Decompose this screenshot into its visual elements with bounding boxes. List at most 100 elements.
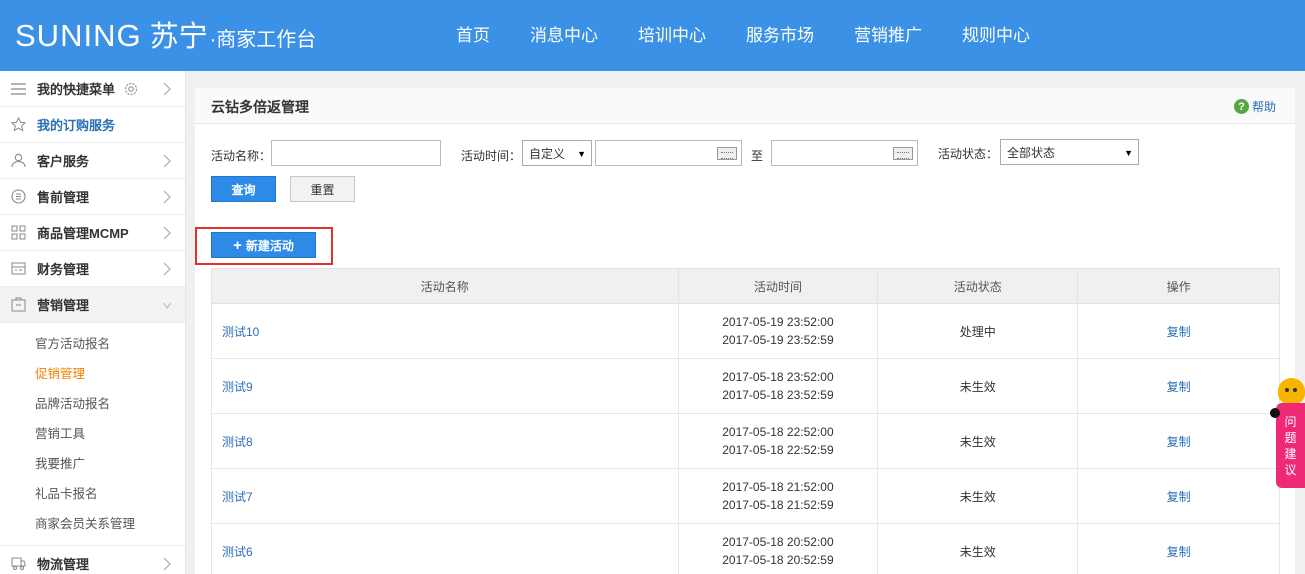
copy-link[interactable]: 复制 [1077,523,1280,574]
submenu-promote[interactable]: 我要推广 [0,449,185,479]
submenu-member-relations[interactable]: 商家会员关系管理 [0,509,185,539]
table-row: 测试6 2017-05-18 20:52:00 2017-05-18 20:52:… [211,523,1280,574]
nav-service-market[interactable]: 服务市场 [726,0,834,71]
copy-link[interactable]: 复制 [1077,303,1280,359]
nav-training[interactable]: 培训中心 [618,0,726,71]
activity-name-link[interactable]: 测试7 [211,468,679,524]
end-time: 2017-05-18 23:52:59 [722,388,834,402]
activity-name-link[interactable]: 测试8 [211,413,679,469]
column-header: 活动时间 [677,268,879,304]
new-activity-button[interactable]: + 新建活动 [211,232,316,258]
feedback-char: 建 [1284,446,1297,461]
copy-link[interactable]: 复制 [1077,358,1280,414]
logistics-icon [11,556,26,571]
calendar-icon[interactable] [717,147,737,160]
suning-logo[interactable]: SUNING 苏宁 ·商家工作台 [15,20,316,54]
presale-icon [11,189,26,204]
end-date-input[interactable] [771,140,918,166]
activity-name-link[interactable]: 测试9 [211,358,679,414]
end-time: 2017-05-18 22:52:59 [722,443,834,457]
end-time: 2017-05-19 23:52:59 [722,333,834,347]
start-time: 2017-05-18 20:52:00 [722,535,834,549]
sidebar-item-presale[interactable]: 售前管理 [0,179,185,215]
chevron-down-icon [163,302,171,309]
copy-link[interactable]: 复制 [1077,413,1280,469]
page-title: 云钻多倍返管理 [211,99,309,115]
status-cell: 处理中 [877,303,1079,359]
sidebar-item-subscriptions[interactable]: 我的订购服务 [0,107,185,143]
sidebar-item-finance[interactable]: 财务管理 [0,251,185,287]
activity-table: 活动名称 活动时间 活动状态 操作 测试10 2017-05-19 23:52:… [211,268,1280,574]
top-nav: 首页 消息中心 培训中心 服务市场 营销推广 规则中心 [436,0,1050,71]
submenu-official-activity[interactable]: 官方活动报名 [0,329,185,359]
activity-time-label: 活动时间： [461,149,522,163]
sidebar: 我的快捷菜单 我的订购服务 客户服务 售前管理 商品管理MCMP 财务管理 营销… [0,71,186,574]
menu-icon [11,81,26,96]
chevron-right-icon [163,226,171,240]
reset-button[interactable]: 重置 [290,176,355,202]
help-link[interactable]: ? 帮助 [1233,98,1276,115]
copy-link[interactable]: 复制 [1077,468,1280,524]
status-select[interactable]: 全部状态 ▼ [1000,139,1139,165]
table-header-row: 活动名称 活动时间 活动状态 操作 [211,268,1280,304]
start-date-input[interactable] [595,140,742,166]
grid-icon [11,225,26,240]
submenu-marketing-tools[interactable]: 营销工具 [0,419,185,449]
help-label: 帮助 [1251,100,1276,114]
status-cell: 未生效 [877,413,1079,469]
sidebar-item-shortcut-menu[interactable]: 我的快捷菜单 [0,71,185,107]
marketing-submenu: 官方活动报名 促销管理 品牌活动报名 营销工具 我要推广 礼品卡报名 商家会员关… [0,323,185,546]
question-icon: ? [1233,99,1249,114]
status-cell: 未生效 [877,523,1079,574]
feedback-char: 议 [1284,462,1297,477]
nav-messages[interactable]: 消息中心 [510,0,618,71]
start-time: 2017-05-18 21:52:00 [722,480,834,494]
activity-time-cell: 2017-05-18 21:52:00 2017-05-18 21:52:59 [677,468,879,524]
mascot-eye [1293,388,1297,392]
calendar-icon[interactable] [893,147,913,160]
table-row: 测试7 2017-05-18 21:52:00 2017-05-18 21:52:… [211,468,1280,524]
marketing-icon [11,297,26,312]
sidebar-item-label: 我的快捷菜单 [37,82,116,97]
logo-sub-text: ·商家工作台 [209,29,317,51]
sidebar-item-marketing[interactable]: 营销管理 [0,287,185,323]
feedback-char: 问 [1284,414,1297,429]
feedback-char: 题 [1284,430,1297,445]
feedback-widget[interactable]: 问 题 建 议 [1270,378,1305,488]
gear-icon[interactable] [123,81,139,97]
activity-name-input[interactable] [271,140,441,166]
status-cell: 未生效 [877,358,1079,414]
logo-cn-text: 苏宁 [149,21,208,53]
column-header: 活动名称 [211,268,679,304]
start-time: 2017-05-18 23:52:00 [722,370,834,384]
submenu-promotion[interactable]: 促销管理 [0,359,185,389]
activity-name-link[interactable]: 测试10 [211,303,679,359]
sidebar-item-label: 营销管理 [37,298,90,313]
sidebar-item-customer-service[interactable]: 客户服务 [0,143,185,179]
chevron-right-icon [163,82,171,96]
nav-marketing[interactable]: 营销推广 [834,0,942,71]
nav-rules[interactable]: 规则中心 [942,0,1050,71]
feedback-dot [1270,408,1280,418]
query-button[interactable]: 查询 [211,176,276,202]
main-panel: 云钻多倍返管理 ? 帮助 活动名称： 活动时间： 自定义 ▼ 至 活动状态： 全… [195,88,1295,574]
column-header: 操作 [1077,268,1280,304]
activity-status-label: 活动状态： [938,147,999,161]
status-cell: 未生效 [877,468,1079,524]
activity-name-link[interactable]: 测试6 [211,523,679,574]
title-bar: 云钻多倍返管理 ? 帮助 [195,88,1295,124]
sidebar-item-label: 我的订购服务 [37,118,116,133]
sidebar-item-product-mcmp[interactable]: 商品管理MCMP [0,215,185,251]
nav-home[interactable]: 首页 [436,0,510,71]
submenu-gift-card[interactable]: 礼品卡报名 [0,479,185,509]
start-time: 2017-05-18 22:52:00 [722,425,834,439]
sidebar-item-logistics[interactable]: 物流管理 [0,546,185,574]
chevron-right-icon [163,154,171,168]
star-icon [11,117,26,132]
new-activity-label: 新建活动 [245,238,294,253]
mascot-eye [1285,388,1289,392]
time-mode-select[interactable]: 自定义 ▼ [522,140,592,166]
activity-time-cell: 2017-05-18 23:52:00 2017-05-18 23:52:59 [677,358,879,414]
feedback-tab[interactable]: 问 题 建 议 [1276,403,1305,488]
submenu-brand-activity[interactable]: 品牌活动报名 [0,389,185,419]
